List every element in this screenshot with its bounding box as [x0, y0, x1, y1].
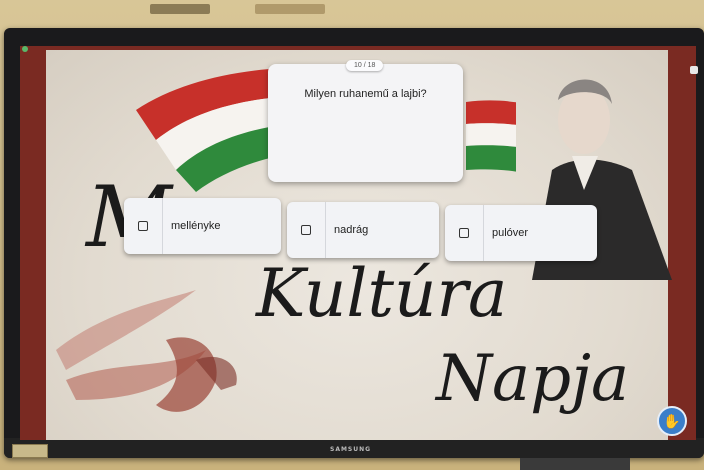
checkbox-wrap — [287, 202, 326, 258]
answer-option-1[interactable]: mellényke — [124, 198, 281, 254]
tv-stand — [520, 458, 630, 470]
checkbox-icon[interactable] — [459, 228, 469, 238]
title-word-kultura: Kultúra — [256, 255, 508, 332]
answer-option-2[interactable]: nadrág — [287, 202, 439, 258]
answer-label: pulóver — [492, 227, 529, 239]
tv-brand-logo: SAMSUNG — [330, 446, 372, 453]
status-indicator — [22, 46, 28, 52]
wall-shelf — [150, 4, 210, 14]
tulip-ornament — [56, 290, 237, 412]
answer-option-3[interactable]: pulóver — [445, 205, 597, 261]
raised-hand-icon[interactable]: ✋ — [657, 406, 687, 436]
question-card: 10 / 18 Milyen ruhanemű a lajbi? — [268, 60, 463, 182]
wall-shelf — [255, 4, 325, 14]
answer-label: nadrág — [334, 224, 369, 236]
question-text: Milyen ruhanemű a lajbi? — [304, 88, 427, 100]
checkbox-wrap — [445, 205, 484, 261]
answer-label: mellényke — [171, 220, 221, 232]
title-word-napja: Napja — [436, 342, 630, 416]
checkbox-icon[interactable] — [301, 225, 311, 235]
question-counter: 10 / 18 — [346, 60, 384, 71]
checkbox-wrap — [124, 198, 163, 254]
checkbox-icon[interactable] — [138, 221, 148, 231]
tv-sticker — [12, 444, 48, 458]
menu-icon[interactable] — [690, 66, 698, 74]
